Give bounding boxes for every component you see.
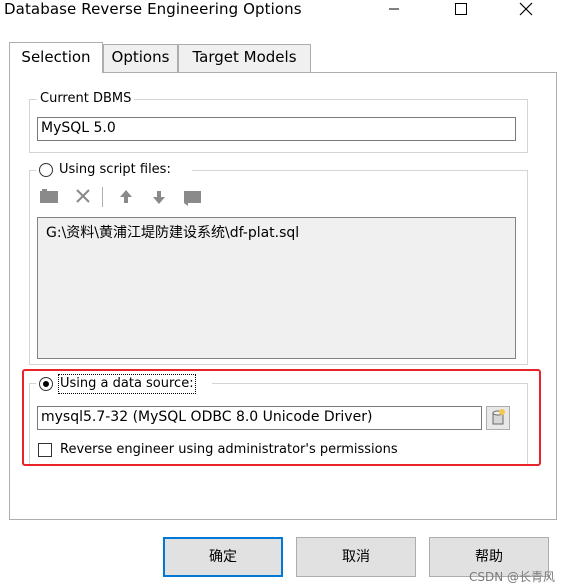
current-dbms-legend: Current DBMS [37,91,135,107]
maximize-button[interactable] [440,0,480,24]
close-icon [519,2,533,16]
title-bar: Database Reverse Engineering Options [0,0,561,30]
move-down-icon[interactable] [151,187,167,207]
script-files-option[interactable]: Using script files: [36,161,192,179]
minimize-button[interactable] [374,0,414,24]
close-button[interactable] [505,0,545,24]
add-file-icon[interactable] [38,187,60,207]
window-title: Database Reverse Engineering Options [4,0,302,18]
toolbar-separator [102,187,103,207]
tab-selection[interactable]: Selection [9,42,103,73]
ok-button[interactable]: 确定 [163,537,283,577]
maximize-icon [455,3,467,15]
script-files-radio[interactable] [39,163,53,177]
script-files-label: Using script files: [59,162,171,177]
highlight-box [22,369,541,466]
move-up-icon[interactable] [118,187,134,207]
current-dbms-field: MySQL 5.0 [37,117,516,141]
watermark: CSDN @长青风 [468,570,555,584]
tab-options[interactable]: Options [103,44,178,72]
delete-icon[interactable] [74,187,92,207]
file-folder-icon[interactable] [182,187,204,207]
minimize-icon [389,8,399,10]
script-file-list[interactable]: G:\资料\黄浦江堤防建设系统\df-plat.sql [37,217,516,359]
tab-target-models[interactable]: Target Models [178,44,311,72]
file-list-item[interactable]: G:\资料\黄浦江堤防建设系统\df-plat.sql [46,224,299,242]
cancel-button[interactable]: 取消 [296,537,416,577]
